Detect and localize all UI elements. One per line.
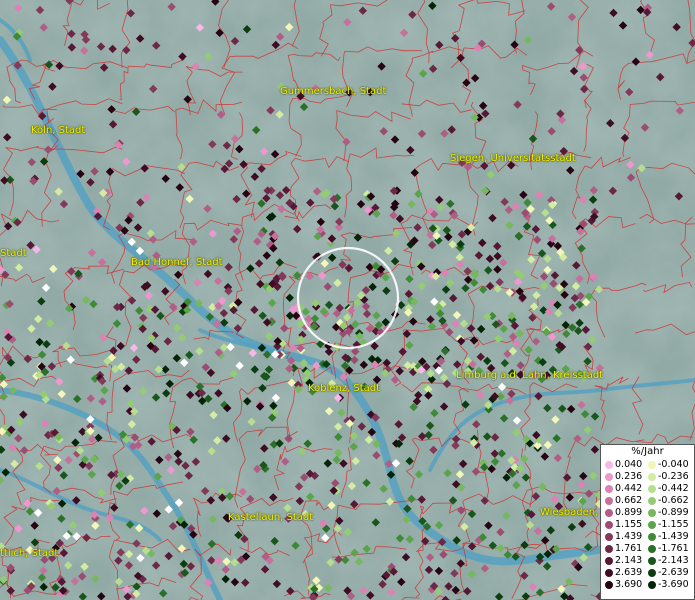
legend-row: 0.040 -0.040 (601, 459, 694, 471)
place-label-koblenz: Koblenz, Stadt (308, 383, 381, 394)
legend-row: 0.236 -0.236 (601, 471, 694, 483)
legend-swatch (605, 557, 613, 565)
place-label-wiesbaden: Wiesbaden, (540, 507, 599, 518)
legend-value: 0.899 (615, 507, 643, 518)
legend-value: -0.236 (658, 471, 689, 482)
legend-row: 1.155 -1.155 (601, 519, 694, 531)
place-label-gummersbach: Gummersbach, Stadt (280, 86, 387, 97)
legend-swatch (605, 521, 613, 529)
legend-swatch (648, 581, 656, 589)
legend-swatch (605, 497, 613, 505)
legend-value: -2.639 (658, 567, 689, 578)
legend-value: -0.899 (658, 507, 689, 518)
legend-swatch (605, 569, 613, 577)
legend-swatch (648, 533, 656, 541)
legend-value: 1.761 (615, 543, 643, 554)
legend-value: -1.761 (658, 543, 689, 554)
legend-swatch (648, 569, 656, 577)
legend-swatch (648, 545, 656, 553)
legend-value: 1.155 (615, 519, 643, 530)
legend-swatch (605, 581, 613, 589)
legend-value: -0.442 (658, 483, 689, 494)
legend-value: 0.040 (615, 459, 643, 470)
legend-title: %/Jahr (631, 446, 664, 457)
place-label-ttlich: ttlich, Stadt (0, 548, 59, 559)
legend-swatch (648, 509, 656, 517)
legend-value: -2.143 (658, 555, 689, 566)
legend-swatch (605, 461, 613, 469)
legend-value: 0.236 (615, 471, 643, 482)
legend-swatch (605, 485, 613, 493)
legend-row: 2.143 -2.143 (601, 555, 694, 567)
legend-row: 0.662 -0.662 (601, 495, 694, 507)
legend-value: 0.662 (615, 495, 643, 506)
legend-row: 3.690 -3.690 (601, 579, 694, 591)
legend-swatch (648, 521, 656, 529)
legend-row: 0.899 -0.899 (601, 507, 694, 519)
legend-swatch (605, 545, 613, 553)
place-label-siegen: Siegen, Universitätsstadt (450, 153, 576, 164)
legend-value: 3.690 (615, 579, 643, 590)
legend-swatch (648, 473, 656, 481)
legend-value: 2.143 (615, 555, 643, 566)
legend-value: -0.040 (658, 459, 689, 470)
legend-value: -1.439 (658, 531, 689, 542)
legend-row: 0.442 -0.442 (601, 483, 694, 495)
place-label-limburg: Limburg a.d. Lahn, Kreisstadt (456, 370, 604, 381)
legend-value: -3.690 (658, 579, 689, 590)
legend-swatch (605, 509, 613, 517)
legend-swatch (605, 533, 613, 541)
place-label-stadt-left: Stadt (0, 248, 27, 259)
legend-value: -1.155 (658, 519, 689, 530)
legend-swatch (648, 485, 656, 493)
legend-row: 2.639 -2.639 (601, 567, 694, 579)
legend-value: -0.662 (658, 495, 689, 506)
legend-swatch (648, 557, 656, 565)
legend-row: 1.761 -1.761 (601, 543, 694, 555)
place-label-kastellaun: Kastellaun, Stadt (228, 512, 314, 523)
place-label-bad-honnef: Bad Honnef, Stadt (131, 257, 223, 268)
legend-rows: 0.040 -0.040 0.236 -0.236 0.442 -0.442 0.662 -0… (601, 459, 694, 591)
legend-value: 0.442 (615, 483, 643, 494)
legend-swatch (648, 497, 656, 505)
legend-swatch (605, 473, 613, 481)
place-label-koeln: Köln, Stadt (31, 125, 86, 136)
legend-row: 1.439 -1.439 (601, 531, 694, 543)
legend-value: 2.639 (615, 567, 643, 578)
map-view[interactable]: Gummersbach, Stadt Köln, Stadt Siegen, U… (0, 0, 695, 600)
legend: %/Jahr 0.040 -0.040 0.236 -0.236 0.442 -0.442… (600, 444, 695, 600)
legend-value: 1.439 (615, 531, 643, 542)
legend-swatch (648, 461, 656, 469)
